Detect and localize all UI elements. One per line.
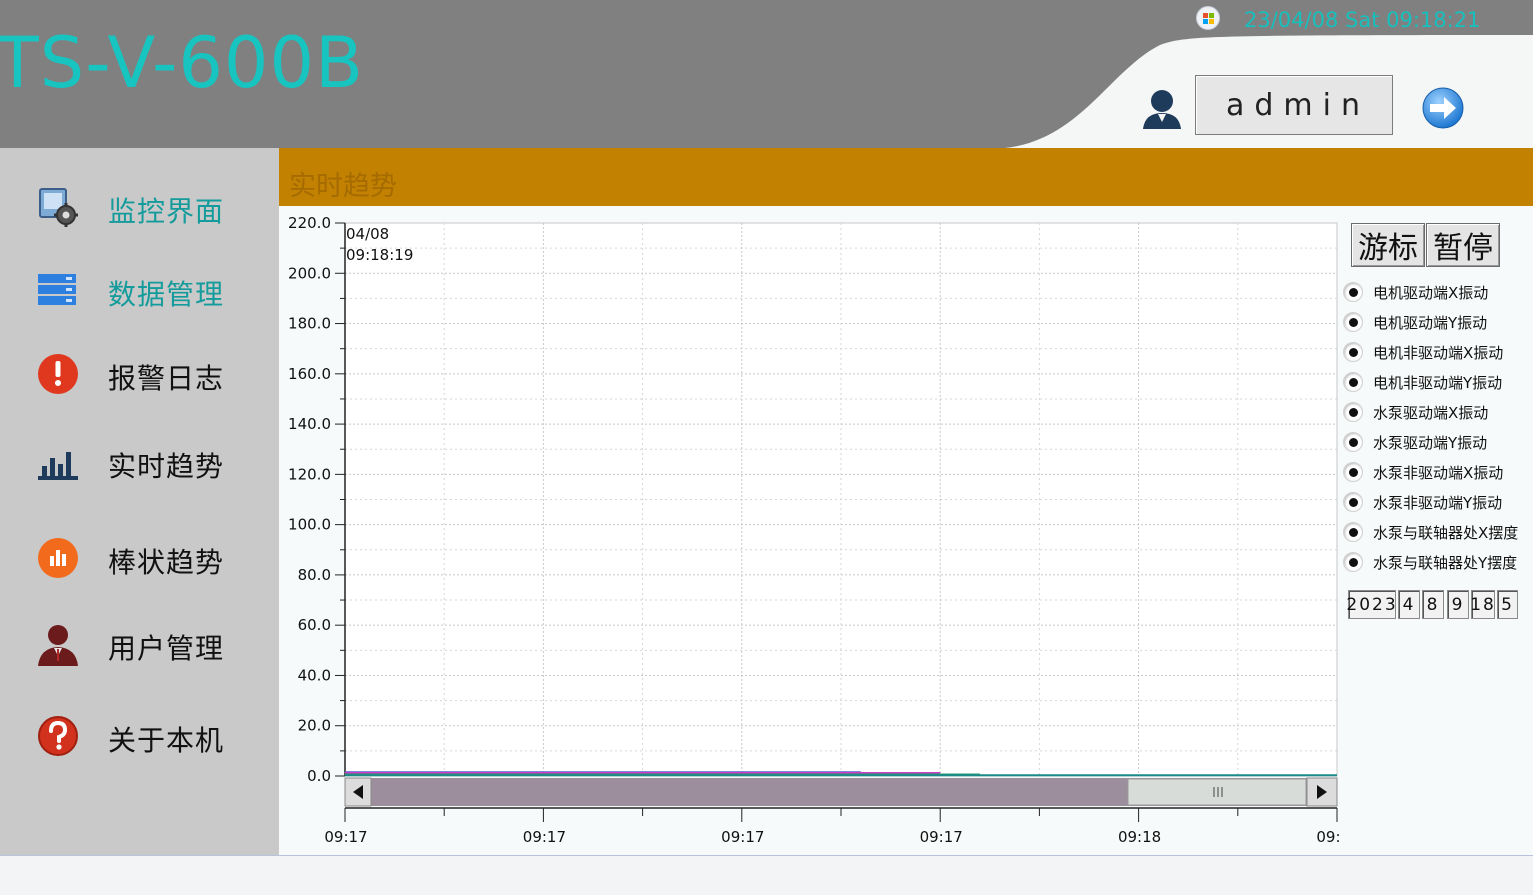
scroll-thumb[interactable] bbox=[1127, 778, 1307, 806]
legend-label: 水泵非驱动端Y振动 bbox=[1373, 494, 1503, 512]
panel-title: 实时趋势 bbox=[289, 171, 397, 202]
day-field[interactable]: 8 bbox=[1422, 590, 1444, 619]
sidebar-item-user-management[interactable]: 用户管理 bbox=[0, 610, 279, 680]
windows-logo-icon bbox=[1196, 6, 1220, 30]
pause-button[interactable]: 暂停 bbox=[1426, 223, 1500, 267]
alarm-exclamation-icon bbox=[36, 352, 80, 396]
legend-item[interactable]: 水泵驱动端X振动 bbox=[1343, 399, 1533, 423]
sidebar-item-label: 报警日志 bbox=[108, 362, 225, 395]
sidebar-item-monitor[interactable]: 监控界面 bbox=[0, 173, 279, 243]
chart-scrollbar[interactable] bbox=[344, 777, 1338, 807]
y-tick-label: 200.0 bbox=[288, 264, 331, 282]
y-tick-label: 0.0 bbox=[307, 767, 331, 785]
hour-field[interactable]: 9 bbox=[1447, 590, 1469, 619]
radio-button[interactable] bbox=[1343, 372, 1363, 392]
y-tick-label: 120.0 bbox=[288, 465, 331, 483]
y-tick-label: 80.0 bbox=[298, 566, 331, 584]
legend-item[interactable]: 水泵驱动端Y振动 bbox=[1343, 429, 1533, 453]
header-bar: TS-V-600B 23/04/08 Sat 09:18:21 admin bbox=[0, 0, 1533, 148]
y-tick-label: 180.0 bbox=[288, 315, 331, 333]
x-axis: 09:17 09:17 09:17 09:17 09:18 09:18 bbox=[324, 807, 1339, 846]
trend-chart: 220.0 200.0 180.0 160.0 140.0 120.0 100.0 80.0 6… bbox=[288, 214, 1339, 846]
y-tick-label: 140.0 bbox=[288, 415, 331, 433]
cursor-readout-date: 04/08 bbox=[346, 225, 389, 243]
y-axis: 220.0 200.0 180.0 160.0 140.0 120.0 100.0 80.0 6… bbox=[288, 214, 346, 785]
data-list-icon bbox=[36, 268, 80, 312]
datetime-display: 23/04/08 Sat 09:18:21 bbox=[1244, 8, 1481, 32]
current-user-field[interactable]: admin bbox=[1195, 75, 1393, 135]
app-window: TS-V-600B 23/04/08 Sat 09:18:21 admin 监控… bbox=[0, 0, 1533, 895]
radio-button[interactable] bbox=[1343, 312, 1363, 332]
legend-label: 电机驱动端Y振动 bbox=[1373, 314, 1488, 332]
sidebar-item-label: 棒状趋势 bbox=[108, 546, 225, 579]
sidebar-item-realtime-trend[interactable]: 实时趋势 bbox=[0, 428, 279, 498]
sidebar-item-label: 数据管理 bbox=[108, 278, 225, 311]
legend-label: 水泵与联轴器处X摆度 bbox=[1373, 524, 1519, 542]
legend-label: 电机驱动端X振动 bbox=[1373, 284, 1489, 302]
minute-field[interactable]: 18 bbox=[1470, 590, 1495, 619]
sidebar-item-label: 监控界面 bbox=[108, 195, 225, 228]
x-tick-label: 09:17 bbox=[523, 828, 566, 846]
monitor-gear-icon bbox=[36, 185, 80, 229]
x-tick-label: 09:17 bbox=[920, 828, 963, 846]
legend-item[interactable]: 水泵非驱动端X振动 bbox=[1343, 459, 1533, 483]
legend-item[interactable]: 电机非驱动端X振动 bbox=[1343, 339, 1533, 363]
sidebar-item-label: 用户管理 bbox=[108, 632, 225, 665]
app-title: TS-V-600B bbox=[0, 22, 365, 104]
y-tick-label: 160.0 bbox=[288, 365, 331, 383]
legend-label: 水泵与联轴器处Y摆度 bbox=[1373, 554, 1518, 572]
logout-arrow-icon[interactable] bbox=[1420, 86, 1466, 130]
radio-button[interactable] bbox=[1343, 462, 1363, 482]
user-account-icon bbox=[1140, 86, 1184, 130]
sidebar-item-label: 关于本机 bbox=[108, 724, 225, 757]
sidebar-item-bar-trend[interactable]: 棒状趋势 bbox=[0, 524, 279, 594]
legend-item[interactable]: 水泵与联轴器处Y摆度 bbox=[1343, 549, 1533, 573]
y-tick-label: 40.0 bbox=[298, 666, 331, 684]
x-tick-label: 09:18 bbox=[1118, 828, 1161, 846]
legend-label: 水泵驱动端Y振动 bbox=[1373, 434, 1488, 452]
y-tick-label: 220.0 bbox=[288, 214, 331, 232]
x-tick-label: 09:17 bbox=[721, 828, 764, 846]
y-tick-label: 60.0 bbox=[298, 616, 331, 634]
second-field[interactable]: 5 bbox=[1497, 590, 1518, 619]
legend-label: 电机非驱动端X振动 bbox=[1373, 344, 1504, 362]
bar-trend-circle-icon bbox=[36, 536, 80, 580]
radio-button[interactable] bbox=[1343, 342, 1363, 362]
legend-label: 电机非驱动端Y振动 bbox=[1373, 374, 1503, 392]
legend-label: 水泵非驱动端X振动 bbox=[1373, 464, 1504, 482]
sidebar-nav: 监控界面 数据管理 报警日志 实时趋势 棒状趋势 用户管理 关于本机 bbox=[0, 148, 279, 855]
legend-item[interactable]: 电机驱动端Y振动 bbox=[1343, 309, 1533, 333]
main-panel: 实时趋势 220.0 200.0 180.0 160.0 140.0 120.0 100.0… bbox=[279, 148, 1533, 855]
sidebar-item-about[interactable]: 关于本机 bbox=[0, 702, 279, 772]
footer-bar bbox=[0, 855, 1533, 895]
radio-button[interactable] bbox=[1343, 552, 1363, 572]
radio-button[interactable] bbox=[1343, 492, 1363, 512]
legend-label: 水泵驱动端X振动 bbox=[1373, 404, 1489, 422]
panel-header: 实时趋势 bbox=[279, 148, 1533, 206]
bar-chart-icon bbox=[36, 440, 80, 484]
sidebar-item-alarm-log[interactable]: 报警日志 bbox=[0, 340, 279, 410]
radio-button[interactable] bbox=[1343, 522, 1363, 542]
radio-button[interactable] bbox=[1343, 432, 1363, 452]
sidebar-item-data-management[interactable]: 数据管理 bbox=[0, 256, 279, 326]
y-tick-label: 20.0 bbox=[298, 717, 331, 735]
legend-item[interactable]: 水泵非驱动端Y振动 bbox=[1343, 489, 1533, 513]
radio-button[interactable] bbox=[1343, 282, 1363, 302]
month-field[interactable]: 4 bbox=[1398, 590, 1420, 619]
y-tick-label: 100.0 bbox=[288, 516, 331, 534]
sidebar-item-label: 实时趋势 bbox=[108, 450, 225, 483]
legend-item[interactable]: 电机驱动端X振动 bbox=[1343, 279, 1533, 303]
year-field[interactable]: 2023 bbox=[1346, 590, 1396, 619]
legend-item[interactable]: 水泵与联轴器处X摆度 bbox=[1343, 519, 1533, 543]
legend-item[interactable]: 电机非驱动端Y振动 bbox=[1343, 369, 1533, 393]
help-question-icon bbox=[36, 714, 80, 758]
cursor-button[interactable]: 游标 bbox=[1351, 223, 1425, 267]
user-icon bbox=[36, 622, 80, 666]
cursor-readout-time: 09:18:19 bbox=[346, 246, 413, 264]
x-tick-label: 09:17 bbox=[324, 828, 367, 846]
radio-button[interactable] bbox=[1343, 402, 1363, 422]
x-tick-label: 09:18 bbox=[1316, 828, 1339, 846]
